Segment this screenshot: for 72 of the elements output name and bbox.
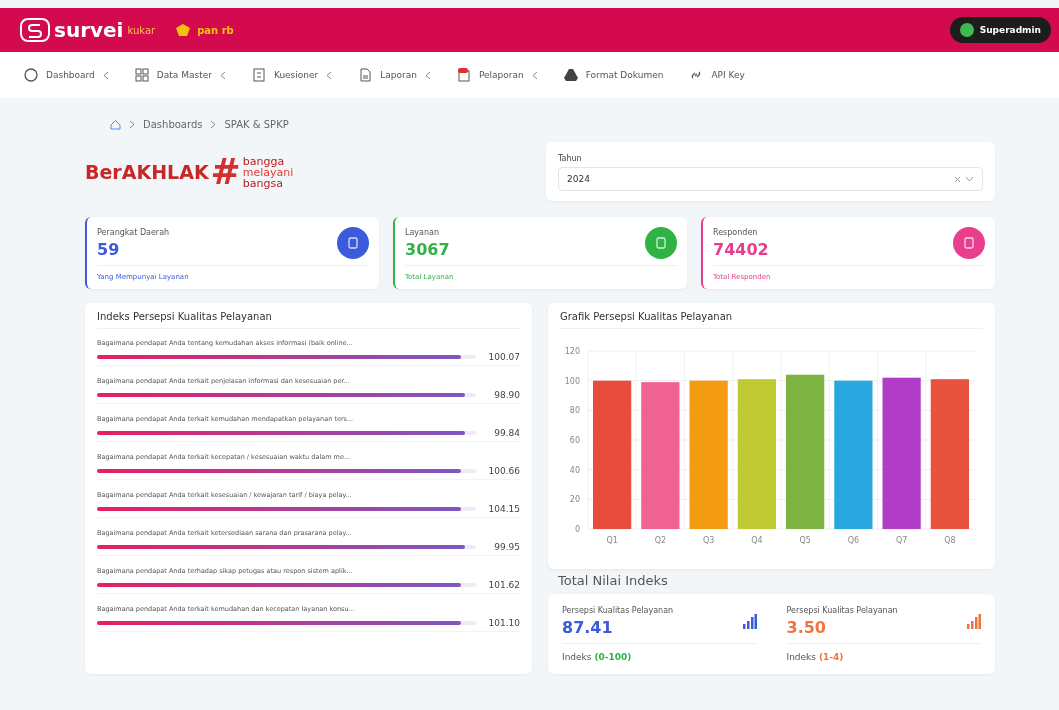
nav-item[interactable]: Kuesioner xyxy=(251,68,333,82)
doc-icon xyxy=(358,68,373,82)
axis-tick: 0 xyxy=(574,525,580,534)
index-value: 99.95 xyxy=(493,542,520,552)
index-value: 100.07 xyxy=(487,352,520,362)
field-label: Tahun xyxy=(558,154,583,163)
total-value: 3.50 xyxy=(786,618,827,637)
nav-item[interactable]: Format Dokumen xyxy=(563,68,664,82)
form-icon xyxy=(251,68,266,82)
index-value: 104.15 xyxy=(487,504,520,514)
axis-label: Q2 xyxy=(654,536,667,545)
gauge-icon xyxy=(24,68,38,82)
stat-title: Perangkat Daerah xyxy=(97,227,170,237)
grid-icon xyxy=(134,68,149,82)
panel-title: Indeks Persepsi Kualitas Pelayanan xyxy=(97,311,520,329)
signal-bars-icon xyxy=(967,613,981,630)
index-note: Indeks xyxy=(786,652,816,662)
total-value: 87.41 xyxy=(562,618,614,637)
stat-value: 59 xyxy=(97,239,121,259)
breadcrumb-current: SPAK & SPKP xyxy=(224,118,289,130)
index-value: 98.90 xyxy=(493,390,520,400)
total-label: Persepsi Kualitas Pelayanan xyxy=(786,606,898,615)
axis-label: Q7 xyxy=(895,536,908,545)
index-value: 101.10 xyxy=(487,618,520,628)
year-select[interactable]: 2024 xyxy=(558,167,983,191)
stat-title: Responden xyxy=(713,227,759,237)
axis-label: Q6 xyxy=(847,536,860,545)
stat-title: Layanan xyxy=(405,227,441,237)
stat-value: 74402 xyxy=(713,239,769,259)
axis-label: Q3 xyxy=(702,536,715,545)
index-note: Indeks xyxy=(562,652,592,662)
index-value: 100.66 xyxy=(487,466,520,476)
nav-item[interactable]: Pelaporan xyxy=(456,68,538,82)
clear-icon[interactable] xyxy=(954,175,961,183)
partner-logo: pan rb xyxy=(197,24,234,36)
brand-suffix: kukar xyxy=(127,24,156,36)
index-range: (0-100) xyxy=(594,652,632,662)
index-value: 99.84 xyxy=(493,428,520,438)
chevron-icon xyxy=(210,119,217,129)
axis-tick: 20 xyxy=(569,495,580,505)
axis-label: Q8 xyxy=(944,536,956,545)
nav-item[interactable]: Dashboard xyxy=(24,68,109,82)
stat-icon xyxy=(645,227,677,259)
axis-tick: 120 xyxy=(564,347,580,356)
index-range: (1-4) xyxy=(818,652,844,662)
stat-icon xyxy=(953,227,985,259)
signal-bars-icon xyxy=(742,613,757,630)
axis-label: Q1 xyxy=(606,536,618,545)
report-icon xyxy=(456,68,471,82)
brand-name: survei xyxy=(54,18,124,42)
nav-item[interactable]: Laporan xyxy=(358,68,431,82)
axis-label: Q4 xyxy=(751,536,763,545)
user-icon xyxy=(959,23,974,37)
chevron-icon xyxy=(129,119,135,129)
nav-item[interactable]: Data Master xyxy=(134,68,226,82)
axis-tick: 60 xyxy=(569,436,580,445)
section-title: Total Nilai Indeks xyxy=(558,573,669,588)
stat-icon xyxy=(337,227,369,259)
breadcrumb-link[interactable]: Dashboards xyxy=(143,118,203,130)
user-button[interactable]: Superadmin xyxy=(949,17,1051,43)
axis-tick: 40 xyxy=(569,465,580,475)
nav-item[interactable]: API Key xyxy=(689,68,745,82)
caret-icon[interactable] xyxy=(965,176,974,182)
logo-icon xyxy=(20,18,50,42)
axis-label: Q5 xyxy=(799,536,811,545)
panel-title: Grafik Persepsi Kualitas Pelayanan xyxy=(560,311,983,329)
total-label: Persepsi Kualitas Pelayanan xyxy=(562,606,674,615)
axis-tick: 100 xyxy=(564,376,580,386)
axis-tick: 80 xyxy=(569,406,580,416)
index-value: 101.62 xyxy=(487,580,520,590)
home-icon[interactable] xyxy=(110,118,121,130)
stat-value: 3067 xyxy=(405,239,450,259)
